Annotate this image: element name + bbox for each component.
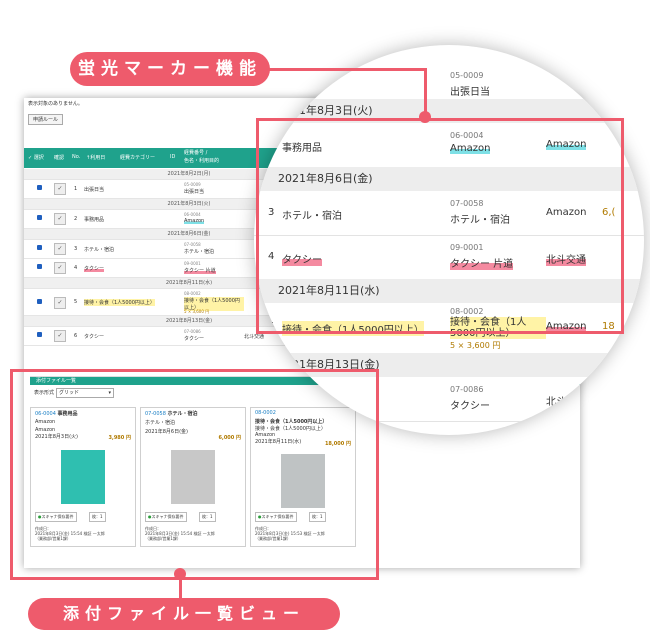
row-code: 06-0004 bbox=[184, 212, 201, 217]
confirm-check[interactable]: ✓ bbox=[54, 262, 66, 274]
col-expense-category[interactable]: 経費カテゴリー bbox=[120, 154, 155, 161]
callout-line bbox=[254, 68, 426, 71]
row-name: 出張日当 bbox=[450, 87, 490, 98]
row-code: 05-0009 bbox=[184, 182, 201, 187]
row-category: 出張日当 bbox=[84, 187, 105, 193]
row-vendor: 北斗交 bbox=[546, 397, 576, 408]
row-checkbox[interactable] bbox=[37, 332, 42, 337]
row-checkbox[interactable] bbox=[37, 264, 42, 269]
row-number: 1 bbox=[74, 186, 78, 192]
row-name: タクシー bbox=[184, 336, 205, 342]
col-item-use[interactable]: 色名・利用目的 bbox=[184, 157, 219, 164]
row-code: 07-0058 bbox=[184, 242, 201, 247]
confirm-check[interactable]: ✓ bbox=[54, 183, 66, 195]
row-name: ホテル・宿泊 bbox=[184, 249, 215, 255]
row-name: 出張日当 bbox=[184, 189, 205, 195]
col-id[interactable]: ID bbox=[170, 154, 175, 160]
attachment-list-callout: 添付ファイル一覧ビュー bbox=[28, 598, 340, 630]
row-name: タクシー 片道 bbox=[184, 267, 216, 274]
row-category: 事務用品 bbox=[84, 217, 105, 223]
row-number: 5 bbox=[74, 299, 78, 305]
row-name: タクシー bbox=[450, 401, 490, 412]
row-category: 接待・会食（1人5000円以上） bbox=[84, 299, 155, 306]
row-number: 2 bbox=[74, 216, 78, 222]
row-sub: 5 × 3,600 円 bbox=[184, 309, 210, 314]
col-selected[interactable]: ✓ 選択 bbox=[28, 154, 44, 161]
callout-line bbox=[424, 68, 427, 116]
rule-button[interactable]: 申請ルール bbox=[28, 114, 64, 125]
row-sub: 5 × 3,600 円 bbox=[450, 341, 501, 350]
row-category: タクシー bbox=[84, 334, 105, 340]
attachment-frame bbox=[10, 369, 379, 580]
row-code: 08-0002 bbox=[184, 291, 201, 296]
confirm-check[interactable]: ✓ bbox=[54, 330, 66, 342]
row-checkbox[interactable] bbox=[37, 215, 42, 220]
row-name: Amazon bbox=[184, 218, 205, 224]
highlight-frame bbox=[256, 118, 624, 334]
row-checkbox[interactable] bbox=[37, 299, 42, 304]
row-number: 3 bbox=[74, 246, 78, 252]
col-use-date[interactable]: ↑利用日 bbox=[86, 154, 105, 161]
confirm-check[interactable]: ✓ bbox=[54, 297, 66, 309]
callout-dot bbox=[419, 111, 431, 123]
notice-text: 表示対象のありません。 bbox=[28, 101, 83, 107]
row-checkbox[interactable] bbox=[37, 185, 42, 190]
row-category: タクシー bbox=[84, 265, 105, 272]
confirm-check[interactable]: ✓ bbox=[54, 213, 66, 225]
col-no[interactable]: No. bbox=[72, 154, 80, 160]
row-number: 4 bbox=[74, 265, 78, 271]
row-code: 09-0001 bbox=[184, 261, 201, 266]
fluorescent-marker-callout: 蛍光マーカー機能 bbox=[70, 52, 270, 86]
row-code: 05-0009 bbox=[450, 71, 484, 80]
row-number: 6 bbox=[74, 333, 78, 339]
row-category: ホテル・宿泊 bbox=[84, 247, 115, 253]
confirm-check[interactable]: ✓ bbox=[54, 243, 66, 255]
row-code: 07-0086 bbox=[184, 329, 201, 334]
callout-dot bbox=[174, 568, 186, 580]
row-code: 07-0086 bbox=[450, 385, 484, 394]
col-confirm[interactable]: 確認 bbox=[54, 154, 64, 161]
row-checkbox[interactable] bbox=[37, 245, 42, 250]
col-expense-no[interactable]: 経費番号 / bbox=[184, 149, 207, 156]
